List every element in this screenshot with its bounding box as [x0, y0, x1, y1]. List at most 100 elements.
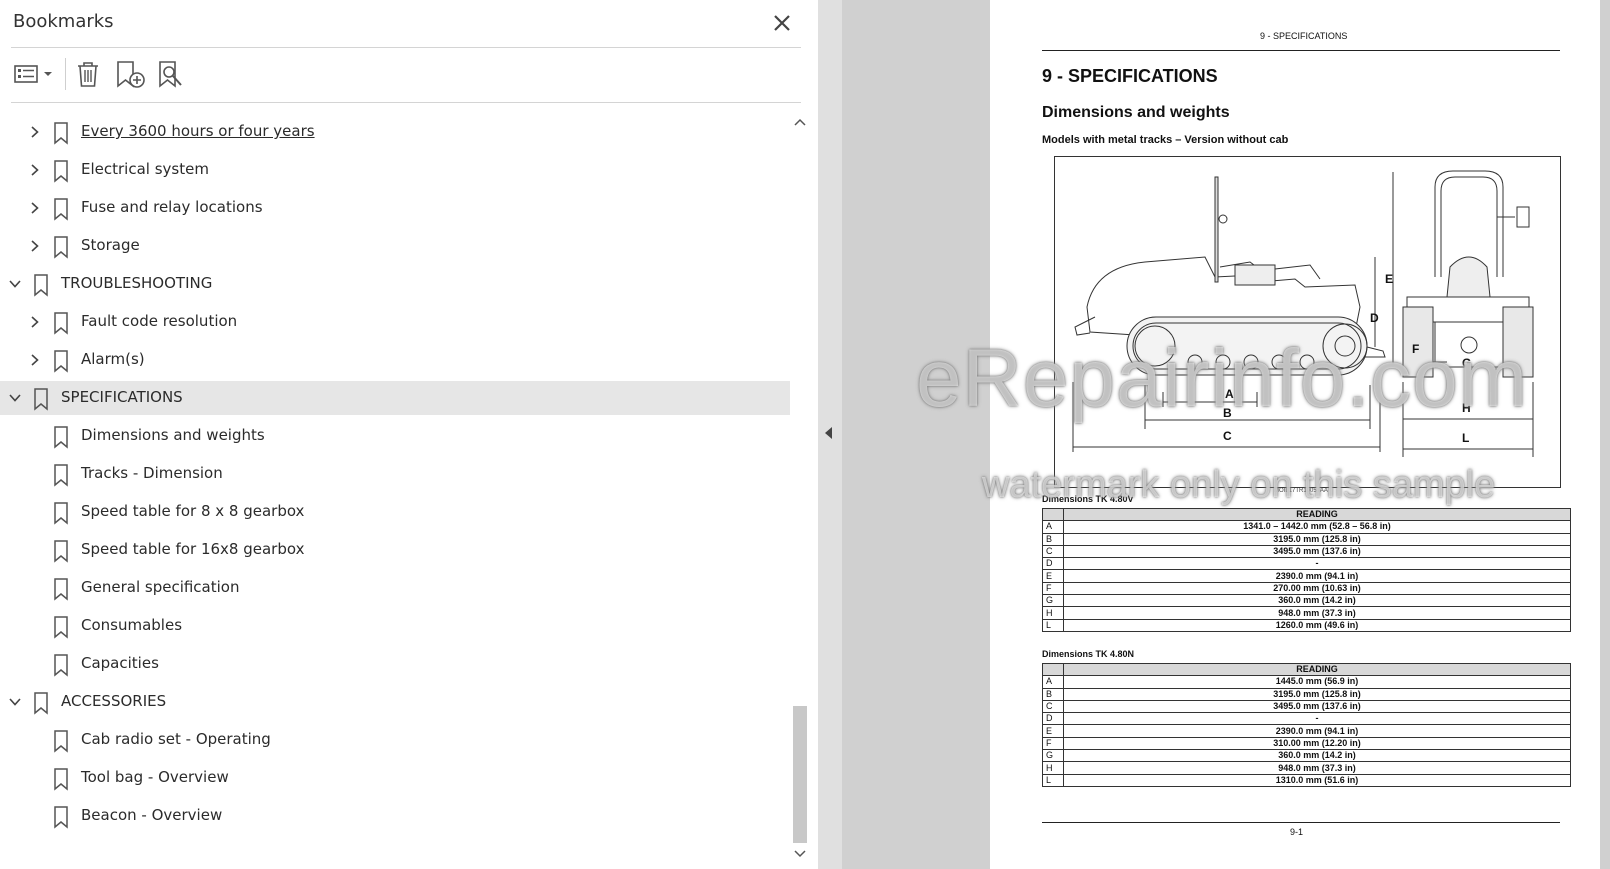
bookmark-row[interactable]: Beacon - Overview — [0, 799, 790, 833]
dimension-key: H — [1042, 606, 1064, 620]
bookmark-row[interactable]: Tool bag - Overview — [0, 761, 790, 795]
bookmark-label: TROUBLESHOOTING — [61, 274, 213, 292]
table-header-row: READING — [1042, 662, 1571, 677]
dimension-key: L — [1042, 773, 1064, 787]
new-bookmark-icon[interactable] — [113, 58, 147, 90]
fig-label-f: F — [1412, 342, 1419, 356]
dimension-value: 1341.0 – 1442.0 mm (52.8 – 56.8 in) — [1063, 520, 1571, 534]
bookmarks-toolbar — [11, 54, 801, 96]
chevron-right-icon[interactable] — [27, 200, 43, 216]
dimension-value: 1445.0 mm (56.9 in) — [1063, 675, 1571, 689]
document-workspace-right — [1600, 0, 1610, 869]
dimension-key: A — [1042, 675, 1064, 689]
dimension-value: 948.0 mm (37.3 in) — [1063, 761, 1571, 775]
toolbar-divider — [65, 58, 66, 90]
bookmark-icon — [52, 197, 70, 221]
bookmark-row[interactable]: Alarm(s) — [0, 343, 790, 377]
scroll-up-icon[interactable] — [793, 114, 807, 126]
collapse-panel-icon[interactable] — [822, 425, 836, 441]
chevron-down-icon[interactable] — [7, 276, 23, 292]
bookmark-icon — [32, 387, 50, 411]
dimension-key: L — [1042, 618, 1064, 632]
scroll-down-icon[interactable] — [793, 846, 807, 858]
chevron-right-icon[interactable] — [27, 352, 43, 368]
bookmark-row[interactable]: Storage — [0, 229, 790, 263]
bookmark-label: Tool bag - Overview — [81, 768, 229, 786]
bookmark-row[interactable]: Capacities — [0, 647, 790, 681]
bookmark-icon — [52, 235, 70, 259]
footer-rule — [1042, 822, 1560, 823]
table-row: F 310.00 mm (12.20 in) — [1042, 736, 1571, 751]
table-header-reading: READING — [1063, 662, 1571, 677]
bookmark-label: Electrical system — [81, 160, 209, 178]
tractor-dimensions-figure: A B C D E F G H L — [1054, 156, 1561, 488]
table-row: C 3495.0 mm (137.6 in) — [1042, 544, 1571, 559]
bookmark-icon — [52, 463, 70, 487]
bookmark-row[interactable]: Every 3600 hours or four years — [0, 115, 790, 149]
delete-icon[interactable] — [73, 58, 103, 90]
bookmark-label: Cab radio set - Operating — [81, 730, 271, 748]
chevron-right-icon[interactable] — [27, 124, 43, 140]
bookmark-row[interactable]: Speed table for 8 x 8 gearbox — [0, 495, 790, 529]
header-rule — [1042, 50, 1560, 51]
bookmark-label: Dimensions and weights — [81, 426, 265, 444]
scrollbar-thumb[interactable] — [793, 706, 807, 843]
document-page: 9 - SPECIFICATIONS 9 - SPECIFICATIONS Di… — [990, 0, 1600, 869]
table-row: F 270.00 mm (10.63 in) — [1042, 581, 1571, 596]
bookmark-label: Beacon - Overview — [81, 806, 223, 824]
dimension-value: 2390.0 mm (94.1 in) — [1063, 569, 1571, 583]
section-subtitle: Dimensions and weights — [1042, 104, 1230, 121]
table1-caption: Dimensions TK 4.80V — [1042, 494, 1134, 504]
bookmark-row[interactable]: Electrical system — [0, 153, 790, 187]
document-workspace — [842, 0, 990, 869]
dimension-value: 360.0 mm (14.2 in) — [1063, 749, 1571, 763]
bookmark-icon — [52, 615, 70, 639]
dimension-key: G — [1042, 594, 1064, 608]
bookmark-row[interactable]: Consumables — [0, 609, 790, 643]
bookmark-icon — [52, 121, 70, 145]
bookmark-search-icon[interactable] — [155, 58, 189, 90]
dimension-key: E — [1042, 569, 1064, 583]
fig-label-d: D — [1370, 311, 1379, 325]
dimension-value: 3195.0 mm (125.8 in) — [1063, 687, 1571, 701]
bookmark-row[interactable]: SPECIFICATIONS — [0, 381, 790, 415]
fig-label-e: E — [1385, 272, 1393, 286]
dimension-value: 1260.0 mm (49.6 in) — [1063, 618, 1571, 632]
chevron-right-icon[interactable] — [27, 162, 43, 178]
dimension-value: 3495.0 mm (137.6 in) — [1063, 699, 1571, 714]
bookmark-row[interactable]: ACCESSORIES — [0, 685, 790, 719]
dimension-key: B — [1042, 532, 1064, 546]
options-icon[interactable] — [13, 58, 55, 90]
bookmark-row[interactable]: Dimensions and weights — [0, 419, 790, 453]
title-divider — [11, 47, 801, 48]
bookmark-row[interactable]: Cab radio set - Operating — [0, 723, 790, 757]
bookmark-label: Consumables — [81, 616, 183, 634]
bookmark-tree: Every 3600 hours or four years Electrical… — [0, 103, 790, 869]
fig-label-c: C — [1223, 429, 1232, 443]
bookmark-label: Every 3600 hours or four years — [81, 122, 315, 140]
figure-code: MOIL17TR1005TAA — [1274, 488, 1328, 494]
bookmark-row[interactable]: Tracks - Dimension — [0, 457, 790, 491]
bookmark-row[interactable]: Speed table for 16x8 gearbox — [0, 533, 790, 567]
chevron-right-icon[interactable] — [27, 314, 43, 330]
bookmark-row[interactable]: General specification — [0, 571, 790, 605]
dimension-value: 3195.0 mm (125.8 in) — [1063, 532, 1571, 546]
chevron-down-icon[interactable] — [7, 390, 23, 406]
dimension-key: A — [1042, 520, 1064, 534]
bookmark-icon — [52, 729, 70, 753]
dimension-key: D — [1042, 712, 1064, 726]
bookmark-row[interactable]: TROUBLESHOOTING — [0, 267, 790, 301]
tractor-drawing: A B C D E F G H L — [1072, 170, 1534, 457]
chevron-right-icon[interactable] — [27, 238, 43, 254]
bookmark-label: ACCESSORIES — [61, 692, 167, 710]
table-header-row: READING — [1042, 507, 1571, 522]
close-icon[interactable] — [770, 11, 794, 35]
dimension-key: B — [1042, 687, 1064, 701]
dimension-key: D — [1042, 557, 1064, 571]
bookmark-icon — [32, 691, 50, 715]
fig-label-a: A — [1225, 387, 1234, 401]
chevron-down-icon[interactable] — [7, 694, 23, 710]
models-caption: Models with metal tracks – Version witho… — [1042, 134, 1289, 146]
bookmark-row[interactable]: Fault code resolution — [0, 305, 790, 339]
bookmark-row[interactable]: Fuse and relay locations — [0, 191, 790, 225]
